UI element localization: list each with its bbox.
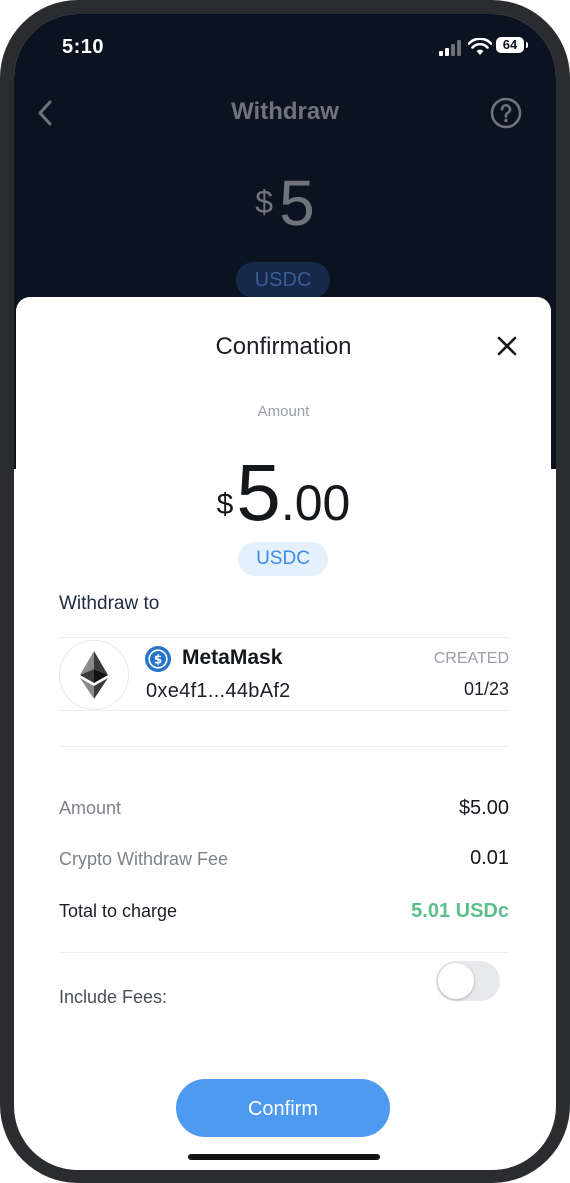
wallet-address: 0xe4f1...44bAf2 [146,680,291,702]
background-currency-symbol: $ [255,184,274,220]
ethereum-icon [80,651,108,699]
signal-icon [439,40,461,56]
toggle-knob [438,963,474,999]
divider [59,746,509,747]
amount-currency-symbol: $ [216,488,234,521]
confirmation-sheet: Confirmation Amount $5.00 USDC Withdraw … [16,297,551,1170]
screen: 5:10 64 Withdraw $5 USDC Confirmation Am… [14,14,556,1170]
background-amount-value: 5 [279,167,315,239]
amount-integer: 5 [236,448,281,537]
page-title: Withdraw [231,98,339,125]
withdraw-to-label: Withdraw to [59,593,160,614]
summary-amount-value: $5.00 [458,797,509,819]
header: Withdraw [14,84,556,144]
background-amount: $5 [14,166,556,240]
background-token-chip: USDC [236,262,330,298]
summary-amount-label: Amount [59,798,122,818]
status-bar: 5:10 64 [14,14,556,78]
ethereum-logo-container [59,640,129,710]
close-icon[interactable] [496,335,518,357]
sheet-title: Confirmation [215,333,352,360]
amount-decimal: .00 [280,475,351,531]
wallet-card[interactable]: $ MetaMask 0xe4f1...44bAf2 CREATED 01/23 [59,637,509,711]
battery-icon: 64 [496,37,528,53]
wallet-created-date: 01/23 [463,679,509,699]
wallet-name: MetaMask [182,646,283,669]
summary-fee-value: 0.01 [470,847,509,869]
amount-label: Amount [257,403,310,420]
include-fees-label: Include Fees: [59,987,168,1007]
confirmation-amount: $5.00 [16,447,551,539]
confirm-button[interactable]: Confirm [176,1079,390,1137]
status-time: 5:10 [62,36,105,58]
summary-total-value: 5.01 USDc [411,900,509,922]
summary-total-label: Total to charge [59,901,178,921]
wallet-created-label: CREATED [433,650,509,667]
include-fees-toggle[interactable] [436,961,500,1001]
usdc-coin-icon: $ [145,646,171,672]
summary-fee-label: Crypto Withdraw Fee [59,849,229,869]
help-icon[interactable] [490,97,522,129]
token-chip: USDC [238,542,328,576]
home-indicator [188,1154,380,1160]
divider [59,952,509,953]
svg-text:$: $ [154,653,162,667]
phone-frame: 5:10 64 Withdraw $5 USDC Confirmation Am… [0,0,570,1183]
wifi-icon [468,38,492,55]
